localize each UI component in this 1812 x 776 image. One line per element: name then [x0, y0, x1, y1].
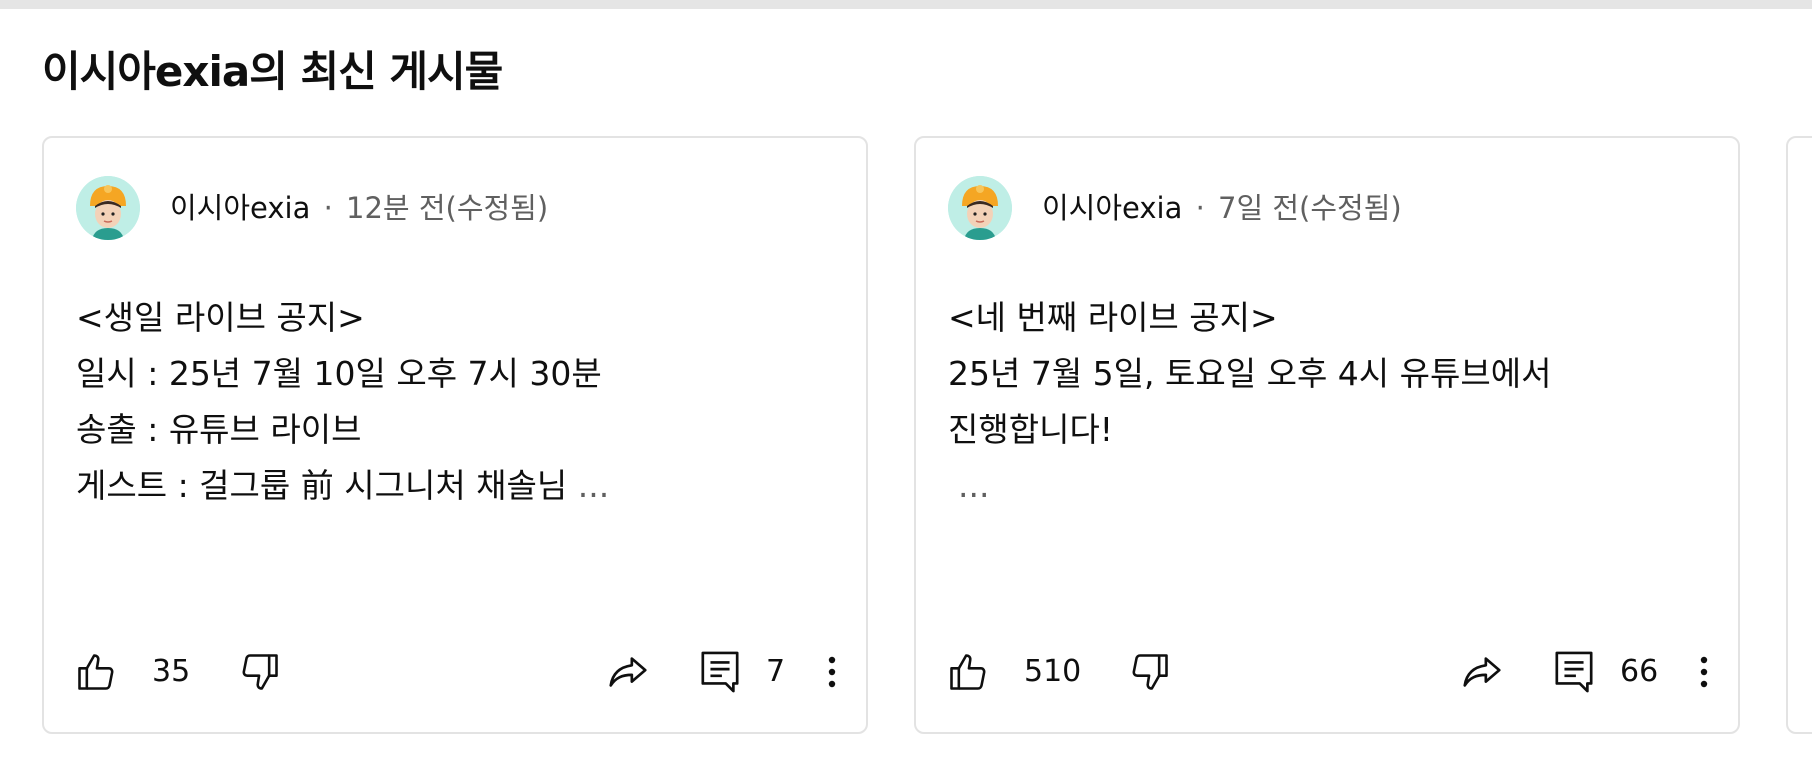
thumbs-up-icon[interactable]: [72, 648, 120, 696]
top-divider: [0, 0, 1812, 9]
avatar[interactable]: [76, 176, 140, 240]
thumbs-up-icon[interactable]: [944, 648, 992, 696]
more-vert-icon[interactable]: [1680, 648, 1728, 696]
action-bar: 35 7: [44, 638, 866, 702]
post-body[interactable]: <생일 라이브 공지> 일시 : 25년 7월 10일 오후 7시 30분 송출…: [76, 290, 836, 514]
comment-count: 66: [1620, 654, 1659, 689]
meta-separator: ·: [323, 191, 333, 225]
post-time[interactable]: 12분 전(수정됨): [346, 191, 548, 225]
comment-count: 7: [766, 654, 786, 689]
post-card[interactable]: 이시아exia · 12분 전(수정됨) <생일 라이브 공지> 일시 : 25…: [42, 136, 868, 734]
more-vert-icon[interactable]: [808, 648, 856, 696]
post-line: 일시 : 25년 7월 10일 오후 7시 30분: [76, 354, 602, 393]
comment-icon[interactable]: [696, 648, 744, 696]
read-more-ellipsis[interactable]: ...: [578, 466, 609, 505]
post-line: 진행합니다!: [948, 410, 1114, 449]
like-count: 35: [152, 654, 191, 689]
author-name[interactable]: 이시아exia: [170, 191, 310, 225]
post-line: 25년 7월 5일, 토요일 오후 4시 유튜브에서: [948, 354, 1552, 393]
comment-icon[interactable]: [1550, 648, 1598, 696]
share-icon[interactable]: [604, 648, 652, 696]
section-title: 이시아exia의 최신 게시물: [42, 47, 503, 96]
meta-separator: ·: [1195, 191, 1205, 225]
post-meta: 이시아exia · 7일 전(수정됨): [1042, 188, 1402, 228]
like-count: 510: [1024, 654, 1082, 689]
thumbs-down-icon[interactable]: [1126, 648, 1174, 696]
read-more-ellipsis[interactable]: ...: [948, 458, 1708, 514]
thumbs-down-icon[interactable]: [236, 648, 284, 696]
post-line: <생일 라이브 공지>: [76, 298, 365, 337]
post-card-partial[interactable]: [1786, 136, 1812, 734]
post-time[interactable]: 7일 전(수정됨): [1218, 191, 1402, 225]
avatar[interactable]: [948, 176, 1012, 240]
post-line-last: 게스트 : 걸그룹 前 시그니처 채솔님 ...: [76, 458, 836, 514]
post-line: 송출 : 유튜브 라이브: [76, 410, 362, 449]
post-line: <네 번째 라이브 공지>: [948, 298, 1278, 337]
post-body[interactable]: <네 번째 라이브 공지> 25년 7월 5일, 토요일 오후 4시 유튜브에서…: [948, 290, 1708, 514]
post-meta: 이시아exia · 12분 전(수정됨): [170, 188, 548, 228]
share-icon[interactable]: [1458, 648, 1506, 696]
post-line-text: 게스트 : 걸그룹 前 시그니처 채솔님: [76, 466, 568, 505]
action-bar: 510 66: [916, 638, 1738, 702]
post-card[interactable]: 이시아exia · 7일 전(수정됨) <네 번째 라이브 공지> 25년 7월…: [914, 136, 1740, 734]
author-name[interactable]: 이시아exia: [1042, 191, 1182, 225]
